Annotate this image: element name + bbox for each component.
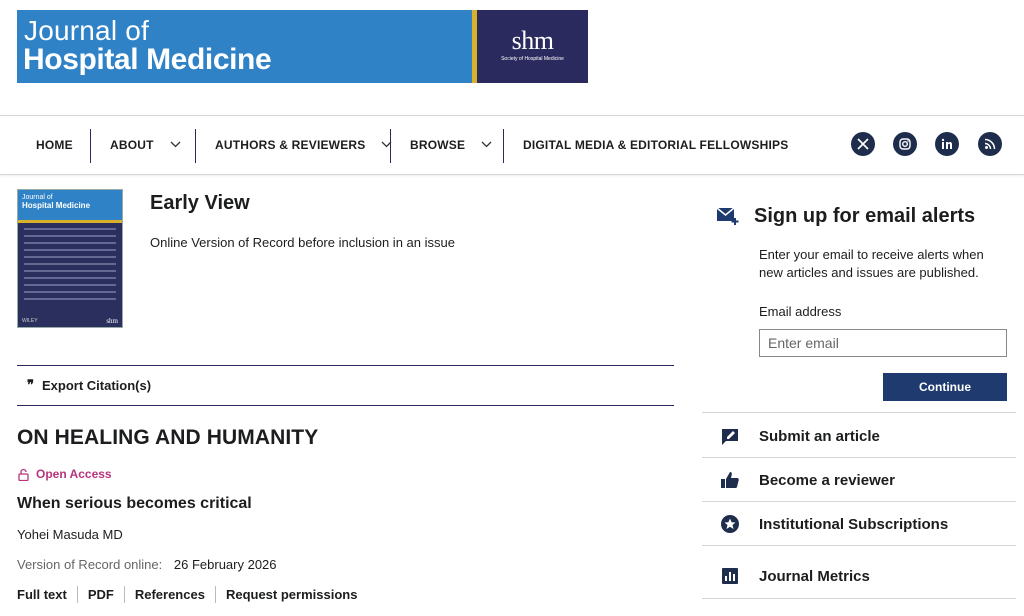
linkedin-icon[interactable] <box>935 132 959 156</box>
email-alerts-description: Enter your email to receive alerts when … <box>759 247 984 280</box>
cover-society: shm <box>106 317 118 325</box>
submit-article-label: Submit an article <box>759 427 880 445</box>
instagram-icon[interactable] <box>893 132 917 156</box>
institutional-subscriptions-label: Institutional Subscriptions <box>759 515 949 533</box>
divider <box>17 365 674 366</box>
chevron-down-icon <box>170 139 181 151</box>
bar-chart-icon <box>722 568 738 584</box>
cover-title-line2: Hospital Medicine <box>22 201 91 210</box>
journal-logo-line1: Journal of <box>24 15 149 46</box>
cover-toc-line <box>24 298 116 300</box>
nav-separator <box>195 129 196 163</box>
pdf-link[interactable]: PDF <box>76 586 124 603</box>
nav-separator <box>90 129 91 163</box>
cover-stripe <box>18 220 122 223</box>
version-of-record: Version of Record online: 26 February 20… <box>17 557 277 572</box>
continue-button[interactable]: Continue <box>883 373 1007 401</box>
star-icon <box>721 515 739 533</box>
request-permissions-link[interactable]: Request permissions <box>214 586 368 603</box>
page-subtitle: Online Version of Record before inclusio… <box>150 235 455 250</box>
divider <box>702 457 1016 458</box>
cover-toc-line <box>24 249 116 251</box>
nav-separator <box>503 129 504 163</box>
society-logo-text: shm <box>511 26 554 55</box>
email-alerts-title: Sign up for email alerts <box>754 205 976 227</box>
open-access-badge: Open Access <box>18 467 112 481</box>
divider <box>702 501 1016 502</box>
nav-authors-reviewers-label: AUTHORS & REVIEWERS <box>215 138 366 152</box>
society-name: Society of Hospital Medicine <box>501 56 564 62</box>
nav-separator <box>390 129 391 163</box>
submit-article-link[interactable]: Submit an article <box>720 424 880 448</box>
rss-icon[interactable] <box>978 132 1002 156</box>
nav-home[interactable]: HOME <box>36 116 73 174</box>
article-title-link[interactable]: When serious becomes critical <box>17 495 252 513</box>
institutional-subscriptions-link[interactable]: Institutional Subscriptions <box>720 512 948 536</box>
email-field[interactable] <box>759 329 1007 357</box>
export-citation-label: Export Citation(s) <box>42 378 152 393</box>
chevron-down-icon <box>481 139 492 151</box>
nav-authors-reviewers[interactable]: AUTHORS & REVIEWERS <box>215 116 392 174</box>
page-title: Early View <box>150 192 250 214</box>
nav-digital-media-label: DIGITAL MEDIA & EDITORIAL FELLOWSHIPS <box>523 138 789 152</box>
journal-cover-image[interactable]: Journal of Hospital Medicine WILEY shm <box>17 189 123 328</box>
cover-toc-line <box>24 235 116 237</box>
x-icon[interactable] <box>851 132 875 156</box>
article-author[interactable]: Yohei Masuda MD <box>17 527 123 542</box>
nav-home-label: HOME <box>36 138 73 152</box>
cover-toc-line <box>24 284 116 286</box>
cover-publisher: WILEY <box>22 318 38 324</box>
vor-date: 26 February 2026 <box>173 557 277 572</box>
export-citation-button[interactable]: ❞ Export Citation(s) <box>27 378 151 393</box>
nav-about[interactable]: ABOUT <box>110 116 181 174</box>
journal-metrics-link[interactable]: Journal Metrics <box>720 564 870 588</box>
become-reviewer-label: Become a reviewer <box>759 471 895 489</box>
journal-logo-line2: Hospital Medicine <box>23 43 272 76</box>
open-access-label: Open Access <box>36 467 112 481</box>
society-logo[interactable]: shm Society of Hospital Medicine <box>477 10 588 83</box>
unlock-icon <box>18 468 29 481</box>
references-link[interactable]: References <box>123 586 215 603</box>
divider <box>702 545 1016 546</box>
email-field-label: Email address <box>759 304 842 319</box>
cover-toc-line <box>24 228 116 230</box>
nav-browse[interactable]: BROWSE <box>410 116 492 174</box>
cover-header: Journal of Hospital Medicine <box>18 190 122 220</box>
become-reviewer-link[interactable]: Become a reviewer <box>720 468 895 492</box>
journal-metrics-label: Journal Metrics <box>759 567 870 585</box>
article-links: Full text PDF References Request permiss… <box>17 586 367 603</box>
vor-label: Version of Record online: <box>17 557 163 572</box>
cover-toc-line <box>24 263 116 265</box>
journal-banner[interactable]: Journal of Hospital Medicine shm Society… <box>17 10 588 83</box>
cover-toc-line <box>24 277 116 279</box>
main-nav: HOME ABOUT AUTHORS & REVIEWERS BROWSE DI… <box>0 115 1024 175</box>
cover-toc-line <box>24 242 116 244</box>
thumbs-up-icon <box>721 472 739 488</box>
edit-icon <box>722 429 738 445</box>
quote-icon: ❞ <box>27 378 34 393</box>
journal-logo[interactable]: Journal of Hospital Medicine <box>17 10 472 83</box>
divider <box>702 598 1016 599</box>
cover-toc-line <box>24 291 116 293</box>
nav-digital-media[interactable]: DIGITAL MEDIA & EDITORIAL FELLOWSHIPS <box>523 116 788 174</box>
nav-about-label: ABOUT <box>110 138 154 152</box>
divider <box>702 412 1016 413</box>
email-alert-icon <box>716 207 739 225</box>
cover-toc-line <box>24 256 116 258</box>
full-text-link[interactable]: Full text <box>17 586 77 603</box>
cover-toc-line <box>24 270 116 272</box>
nav-browse-label: BROWSE <box>410 138 466 152</box>
section-heading: ON HEALING AND HUMANITY <box>17 426 319 449</box>
divider <box>17 405 674 406</box>
